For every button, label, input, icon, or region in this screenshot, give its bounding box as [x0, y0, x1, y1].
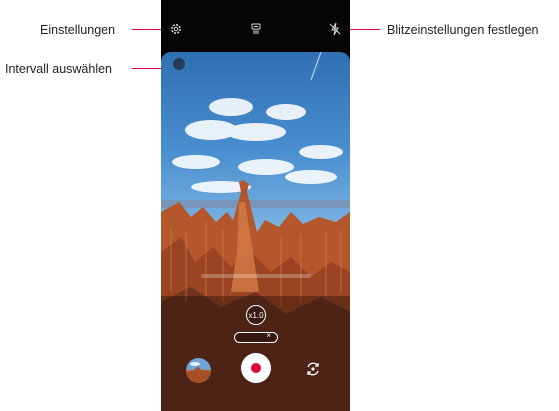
switch-camera-icon[interactable] — [305, 361, 321, 377]
zoom-button[interactable]: x1.0 — [246, 305, 266, 325]
camera-top-bar — [161, 0, 350, 52]
close-icon[interactable]: × — [266, 331, 271, 340]
callout-interval-label: Intervall auswählen — [5, 62, 113, 76]
callout-settings-label: Einstellungen — [40, 23, 116, 37]
leader-line-flash — [346, 29, 380, 30]
interval-timer-icon[interactable] — [249, 22, 263, 36]
mode-indicator-icon[interactable] — [173, 58, 185, 70]
record-dot — [251, 363, 261, 373]
record-button[interactable] — [241, 353, 271, 383]
flash-off-icon[interactable] — [328, 22, 342, 36]
interval-chip[interactable]: × — [234, 331, 278, 343]
gear-icon[interactable] — [169, 22, 183, 36]
gallery-thumbnail[interactable] — [186, 358, 211, 383]
phone-screen: x1.0 × — [161, 0, 350, 411]
camera-viewfinder[interactable]: x1.0 × — [161, 52, 350, 411]
callout-flash-label: Blitzeinstellungen festlegen — [387, 23, 539, 37]
